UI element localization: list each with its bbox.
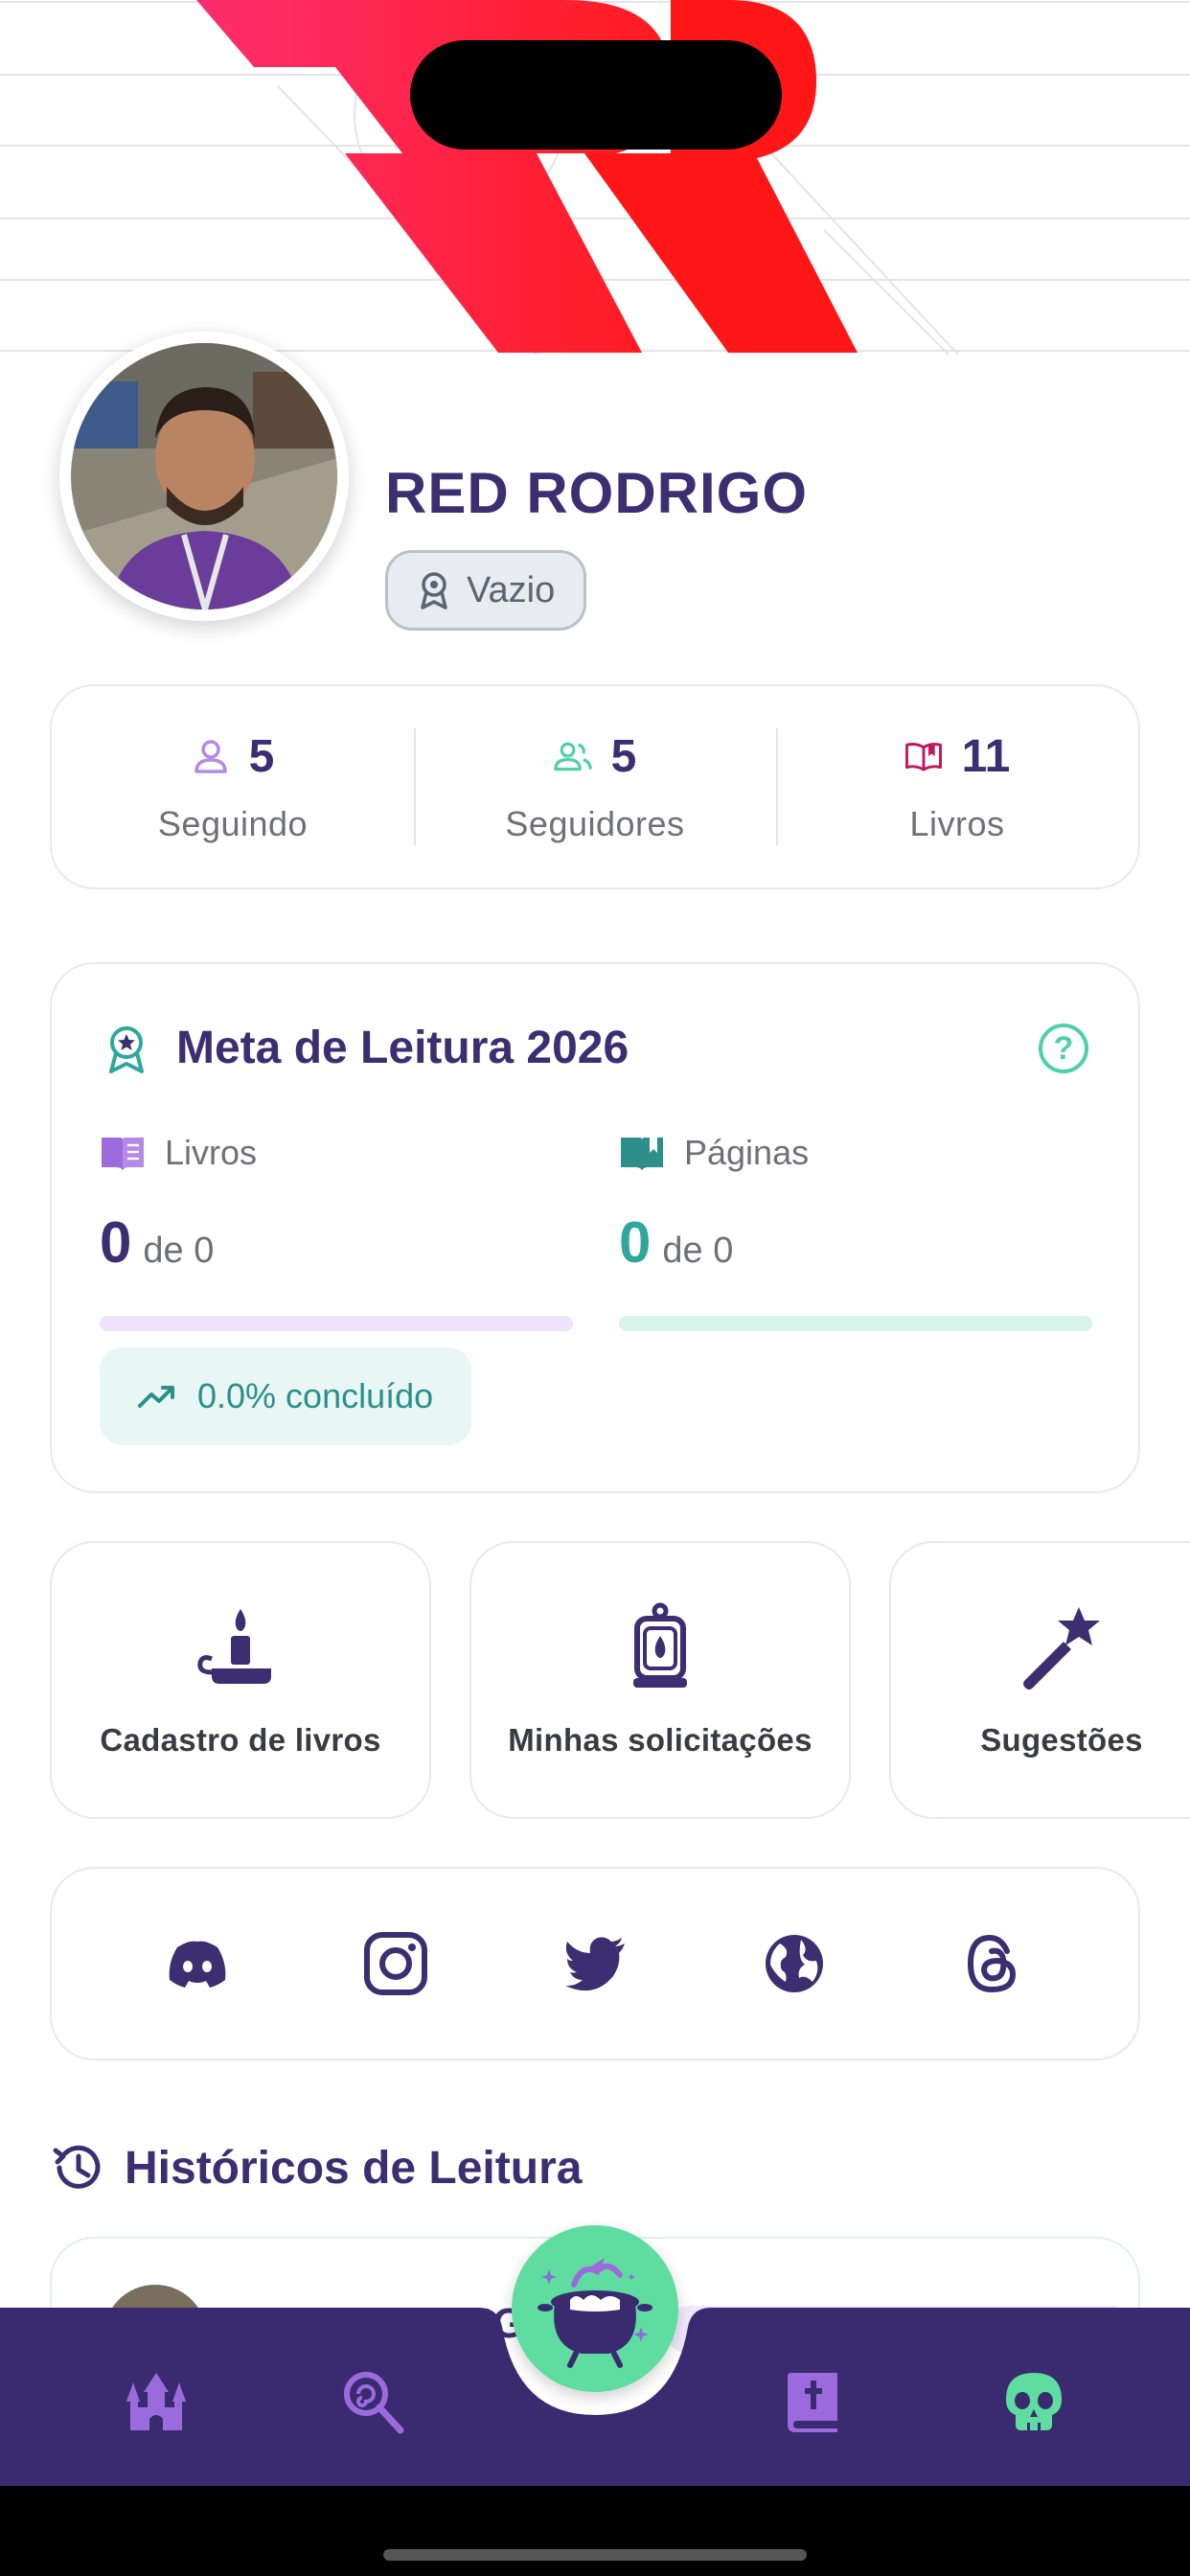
shortcut-label: Sugestões: [980, 1722, 1143, 1758]
history-icon: [53, 2145, 101, 2189]
reading-goal-card: Meta de Leitura 2026 ? Livros 0 de 0 Pág…: [50, 962, 1140, 1493]
stat-label: Seguindo: [157, 803, 309, 843]
book-cross-icon: [788, 2373, 837, 2432]
goal-books-of: de 0: [143, 1230, 215, 1271]
award-icon: [421, 572, 447, 610]
goal-pages-count: 0: [619, 1210, 652, 1275]
castle-icon: [126, 2373, 186, 2430]
globe-icon: [765, 1935, 823, 1992]
threads-link[interactable]: [958, 1929, 1027, 1998]
instagram-icon: [364, 1932, 428, 1995]
goal-books-progress-bar: [100, 1316, 573, 1331]
stats-card: 5 Seguindo 5 Seguidores 11 Livros: [50, 684, 1140, 889]
goal-pages: Páginas 0 de 0: [619, 1133, 1092, 1331]
candle-icon: [197, 1609, 271, 1684]
magic-wand-icon: [1023, 1607, 1100, 1690]
question-circle-icon[interactable]: ?: [1039, 1024, 1088, 1073]
reading-goal-title: Meta de Leitura 2026: [176, 1023, 629, 1073]
goal-pages-progress-bar: [619, 1316, 1092, 1331]
stat-value: 11: [961, 730, 1011, 782]
website-link[interactable]: [760, 1929, 829, 1998]
reading-history-header: Históricos de Leitura: [50, 2141, 582, 2195]
user-badge[interactable]: Vazio: [385, 550, 587, 631]
book-bookmark-icon: [621, 1138, 663, 1170]
stat-following[interactable]: 5 Seguindo: [52, 686, 414, 887]
goal-pages-label: Páginas: [684, 1133, 810, 1172]
profile-name: RED RODRIGO: [385, 461, 809, 525]
goal-books-count: 0: [100, 1210, 132, 1275]
trending-up-icon: [138, 1386, 174, 1408]
stat-label: Livros: [909, 803, 1005, 843]
reading-goal-header: Meta de Leitura 2026: [103, 1022, 629, 1074]
cauldron-icon: [538, 2258, 652, 2368]
stat-label: Seguidores: [505, 803, 685, 843]
shortcut-label: Cadastro de livros: [100, 1722, 381, 1758]
book-icon: [102, 1138, 144, 1170]
instagram-link[interactable]: [361, 1929, 430, 1998]
home-indicator[interactable]: [383, 2549, 807, 2561]
user-icon: [194, 740, 227, 773]
nav-cauldron-button[interactable]: [512, 2225, 678, 2392]
goal-completion-text: 0.0% concluído: [197, 1376, 434, 1415]
shortcut-label: Minhas solicitações: [508, 1722, 812, 1758]
nav-profile[interactable]: [998, 2367, 1069, 2438]
stat-followers[interactable]: 5 Seguidores: [414, 686, 776, 887]
system-home-area: [0, 2486, 1190, 2576]
twitter-icon: [564, 1937, 625, 1991]
stat-value: 5: [610, 730, 637, 782]
profile-banner: [0, 0, 1190, 355]
discord-link[interactable]: [163, 1929, 232, 1998]
award-star-icon: [109, 1025, 144, 1073]
shortcut-my-requests[interactable]: Minhas solicitações: [469, 1541, 851, 1819]
avatar-photo: [71, 343, 337, 610]
nav-home[interactable]: [121, 2367, 192, 2438]
stat-value: 5: [248, 730, 275, 782]
reading-history-title: Históricos de Leitura: [125, 2142, 583, 2194]
shortcut-suggestions[interactable]: Sugestões: [889, 1541, 1190, 1819]
goal-books-label: Livros: [165, 1133, 258, 1172]
profile-avatar[interactable]: [59, 332, 349, 621]
users-icon: [553, 742, 592, 771]
badge-label: Vazio: [467, 569, 556, 610]
open-book-icon: [904, 743, 942, 771]
lantern-icon: [633, 1602, 687, 1688]
goal-pages-of: de 0: [662, 1230, 734, 1271]
redacted-area: [410, 40, 782, 150]
social-links-card: [50, 1867, 1140, 2060]
nav-search[interactable]: [337, 2367, 408, 2438]
threads-icon: [968, 1934, 1017, 1993]
goal-books: Livros 0 de 0: [100, 1133, 573, 1331]
twitter-link[interactable]: [561, 1929, 629, 1998]
discord-icon: [169, 1941, 226, 1988]
lollipop-search-icon: [344, 2372, 404, 2434]
stat-books[interactable]: 11 Livros: [776, 686, 1138, 887]
skull-icon: [1006, 2373, 1062, 2430]
shortcut-book-registration[interactable]: Cadastro de livros: [50, 1541, 431, 1819]
goal-completion-badge: 0.0% concluído: [100, 1347, 472, 1445]
nav-library[interactable]: [780, 2367, 851, 2438]
